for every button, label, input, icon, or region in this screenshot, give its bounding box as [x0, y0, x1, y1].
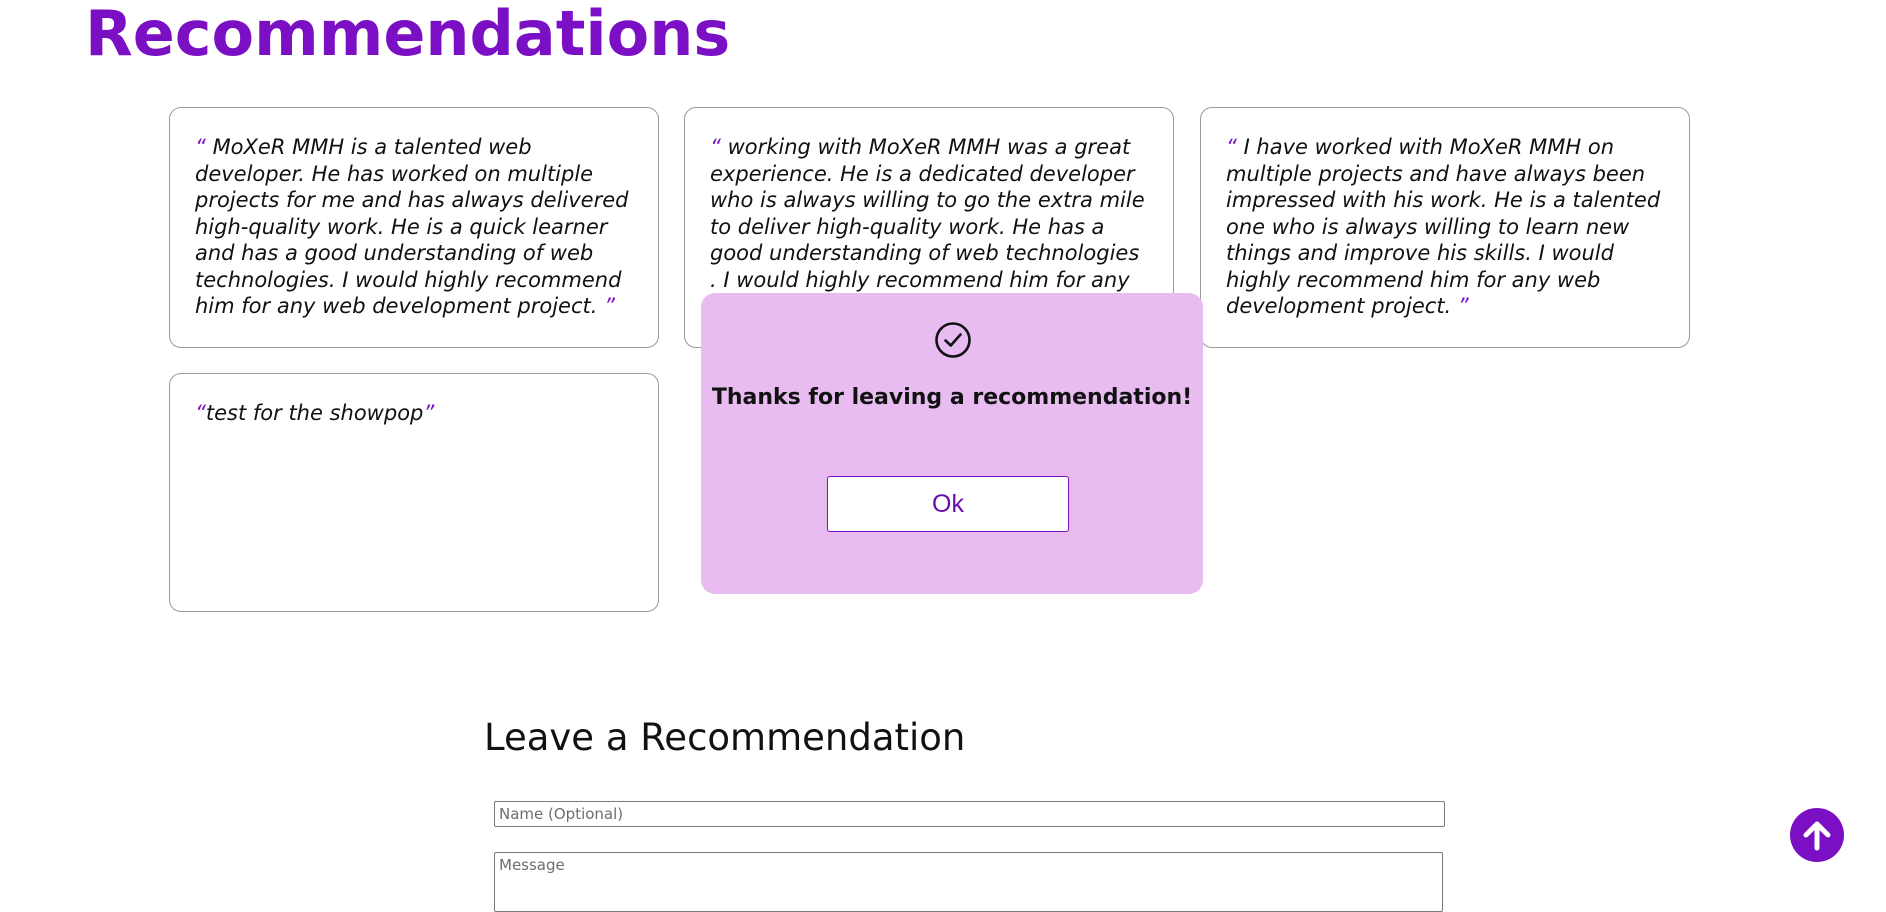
page-title: Recommendations [85, 0, 731, 70]
recommendation-text: I have worked with MoXeR MMH on multiple… [1226, 135, 1661, 318]
message-input[interactable] [494, 852, 1443, 912]
recommendation-card: “ MoXeR MMH is a talented web developer.… [169, 107, 659, 348]
recommendation-card: “test for the showpop” [169, 373, 659, 612]
recommendation-text: test for the showpop [205, 401, 424, 425]
recommendation-card: “ I have worked with MoXeR MMH on multip… [1200, 107, 1690, 348]
close-quote: ” [423, 401, 435, 425]
popup-message: Thanks for leaving a recommendation! [711, 385, 1193, 410]
scroll-to-top-button[interactable] [1790, 808, 1844, 862]
recommendation-text: working with MoXeR MMH was a great exper… [710, 135, 1145, 318]
recommendation-text: MoXeR MMH is a talented web developer. H… [195, 135, 629, 318]
leave-recommendation-heading: Leave a Recommendation [484, 716, 966, 759]
close-quote: ” [604, 294, 616, 318]
name-input[interactable] [494, 801, 1445, 827]
open-quote: “ [1226, 135, 1237, 159]
ok-button[interactable]: Ok [827, 476, 1069, 532]
close-quote: ” [1457, 294, 1469, 318]
open-quote: “ [195, 135, 206, 159]
open-quote: “ [195, 401, 206, 425]
arrow-up-icon [1803, 821, 1831, 851]
success-popup: Thanks for leaving a recommendation! Ok [701, 293, 1203, 594]
check-circle-icon [935, 322, 971, 358]
open-quote: “ [710, 135, 721, 159]
